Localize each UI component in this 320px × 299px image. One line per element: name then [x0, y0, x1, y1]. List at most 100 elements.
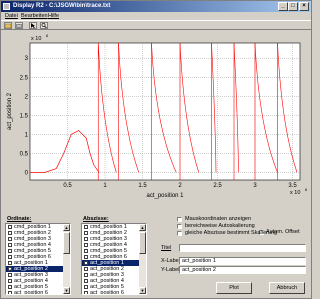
- x-tick-label: 1: [103, 183, 107, 189]
- item-checkbox[interactable]: [84, 285, 88, 289]
- ordinate-item[interactable]: act_position 3: [6, 272, 63, 278]
- abscissa-item[interactable]: act_position 4: [82, 278, 139, 284]
- item-checkbox[interactable]: [84, 261, 88, 265]
- item-label: cmd_position 2: [90, 230, 127, 236]
- abscissa-label: Abszisse:: [83, 216, 109, 222]
- scroll-up-icon[interactable]: ▲: [139, 224, 146, 231]
- x-tick-label: 2.5: [213, 183, 222, 189]
- item-checkbox[interactable]: ✓: [8, 267, 12, 272]
- item-checkbox[interactable]: [84, 279, 88, 283]
- titel-field[interactable]: [179, 244, 306, 252]
- item-checkbox[interactable]: [8, 237, 12, 241]
- item-label: act_position 3: [14, 272, 48, 278]
- y-tick-label: 0.5: [20, 151, 29, 157]
- item-checkbox[interactable]: [84, 273, 88, 277]
- item-checkbox[interactable]: [8, 261, 12, 265]
- maximize-button[interactable]: □: [288, 2, 298, 11]
- plot-button[interactable]: Plot: [216, 282, 252, 294]
- abscissa-item[interactable]: cmd_position 1: [82, 224, 139, 230]
- abscissa-item[interactable]: act_position 2: [82, 266, 139, 272]
- abscissa-item[interactable]: act_position 3: [82, 272, 139, 278]
- y-tick-label: 1.5: [20, 113, 29, 119]
- ordinate-item[interactable]: cmd_position 2: [6, 230, 63, 236]
- toolbar: [1, 20, 311, 30]
- item-checkbox[interactable]: [84, 225, 88, 229]
- item-checkbox[interactable]: [8, 225, 12, 229]
- abscissa-item[interactable]: act_position 5: [82, 284, 139, 290]
- ordinate-item[interactable]: act_position 4: [6, 278, 63, 284]
- scroll-thumb[interactable]: [63, 232, 70, 254]
- item-label: act_position 6: [14, 290, 48, 295]
- item-checkbox[interactable]: [84, 231, 88, 235]
- scroll-down-icon[interactable]: ▼: [139, 287, 146, 294]
- item-checkbox[interactable]: [84, 249, 88, 253]
- abscissa-item[interactable]: cmd_position 3: [82, 236, 139, 242]
- bereich-checkbox[interactable]: [177, 224, 182, 229]
- open-icon[interactable]: [4, 22, 12, 29]
- minimize-button[interactable]: _: [278, 2, 288, 11]
- print-icon[interactable]: [15, 22, 23, 29]
- xlabel-field[interactable]: act_position 1: [179, 257, 306, 265]
- abscissa-item[interactable]: cmd_position 6: [82, 254, 139, 260]
- item-checkbox[interactable]: [84, 237, 88, 241]
- item-checkbox[interactable]: [8, 285, 12, 289]
- ordinate-item[interactable]: act_position 6: [6, 290, 63, 295]
- item-checkbox[interactable]: [8, 255, 12, 259]
- y-tick-label: 1: [25, 132, 29, 138]
- item-label: act_position 4: [90, 278, 124, 284]
- abbruch-button[interactable]: Abbruch: [269, 282, 305, 294]
- abscissa-item[interactable]: act_position 6: [82, 290, 139, 294]
- bereich-label: bereichweise Autoskalierung: [185, 223, 255, 229]
- item-checkbox[interactable]: [8, 279, 12, 283]
- ylabel-label: Y-Label: [161, 267, 180, 273]
- title-bar[interactable]: Display R2 - C:\JSGW\bin\trace.txt _ □ ×: [1, 1, 311, 12]
- ordinate-item[interactable]: cmd_position 6: [6, 254, 63, 260]
- plot-area: 0.5 1 1.5 2 2.5 3 3.5 0 0.5 1 1.5 2 2.5 3 x 10 6 x 10 6 ac…: [4, 31, 310, 213]
- item-label: act_position 5: [14, 284, 48, 290]
- ordinate-item[interactable]: ✓ act_position 2: [6, 266, 63, 272]
- abscissa-item[interactable]: cmd_position 2: [82, 230, 139, 236]
- abscissa-item[interactable]: cmd_position 5: [82, 248, 139, 254]
- abscissa-scrollbar[interactable]: ▲ ▼: [139, 224, 146, 294]
- x-tick-label: 1.5: [138, 183, 147, 189]
- cursor-icon[interactable]: [29, 22, 37, 29]
- ordinate-list[interactable]: act_position 6 act_position 5 act_position…: [5, 223, 71, 295]
- gleich-checkbox[interactable]: [177, 231, 182, 236]
- item-checkbox[interactable]: [84, 267, 88, 271]
- item-checkbox[interactable]: [8, 273, 12, 277]
- ordinate-item[interactable]: act_position 1: [6, 260, 63, 266]
- chart-svg[interactable]: 0.5 1 1.5 2 2.5 3 3.5 0 0.5 1 1.5 2 2.5 3 x 10 6 x 10 6 ac…: [4, 31, 310, 213]
- item-checkbox[interactable]: [8, 231, 12, 235]
- item-checkbox[interactable]: [8, 249, 12, 253]
- app-window: Display R2 - C:\JSGW\bin\trace.txt _ □ ×…: [0, 0, 312, 299]
- close-button[interactable]: ×: [299, 2, 309, 11]
- ordinate-item[interactable]: cmd_position 4: [6, 242, 63, 248]
- scroll-thumb[interactable]: [139, 232, 146, 254]
- ordinate-item[interactable]: act_position 5: [6, 284, 63, 290]
- scroll-down-icon[interactable]: ▼: [63, 287, 70, 294]
- scroll-up-icon[interactable]: ▲: [63, 224, 70, 231]
- menu-datei[interactable]: Datei: [5, 12, 18, 20]
- ordinate-scrollbar[interactable]: ▲ ▼: [63, 224, 70, 294]
- item-checkbox[interactable]: [84, 255, 88, 259]
- zoom-icon[interactable]: [40, 22, 48, 29]
- x-tick-label: 0.5: [63, 183, 72, 189]
- ordinate-item[interactable]: cmd_position 1: [6, 224, 63, 230]
- item-checkbox[interactable]: [84, 291, 88, 294]
- ordinate-item[interactable]: cmd_position 5: [6, 248, 63, 254]
- maus-label: Mauskoordinaten anzeigen: [185, 216, 252, 222]
- item-checkbox[interactable]: [8, 291, 12, 294]
- ordinate-item[interactable]: cmd_position 3: [6, 236, 63, 242]
- abscissa-item[interactable]: act_position 1: [82, 260, 139, 266]
- menu-hilfe[interactable]: Hilfe: [48, 12, 59, 20]
- maus-checkbox[interactable]: [177, 217, 182, 222]
- y-axis-label: act_position 2: [7, 92, 13, 130]
- item-checkbox[interactable]: [8, 243, 12, 247]
- menu-bearbeiten[interactable]: Bearbeiten: [21, 12, 48, 20]
- item-label: cmd_position 2: [14, 230, 51, 236]
- x-tick-label: 3: [253, 183, 257, 189]
- ylabel-field[interactable]: act_position 2: [179, 266, 306, 274]
- abscissa-list[interactable]: act_position 6 act_position 5 act_position…: [81, 223, 147, 295]
- item-checkbox[interactable]: [84, 243, 88, 247]
- abscissa-item[interactable]: cmd_position 4: [82, 242, 139, 248]
